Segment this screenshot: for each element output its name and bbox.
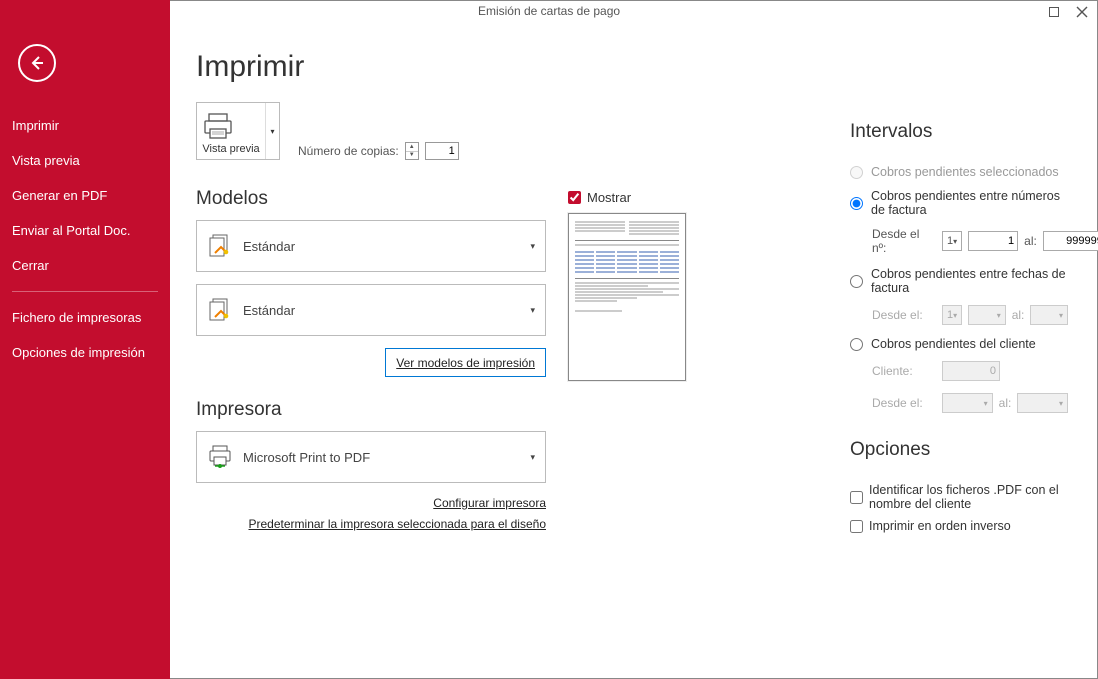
sidebar-item-enviar-portal[interactable]: Enviar al Portal Doc. bbox=[0, 213, 170, 248]
mostrar-checkbox[interactable] bbox=[568, 191, 581, 204]
chevron-down-icon: ▾ bbox=[530, 452, 535, 463]
radio-cobros-cliente[interactable] bbox=[850, 338, 863, 351]
impresora-heading: Impresora bbox=[196, 399, 546, 421]
radio-cobros-fechas[interactable] bbox=[850, 275, 863, 288]
spinner-down-icon[interactable]: ▼ bbox=[406, 152, 418, 160]
sidebar-item-generar-pdf[interactable]: Generar en PDF bbox=[0, 178, 170, 213]
titlebar bbox=[1038, 0, 1098, 24]
radio-num-label: Cobros pendientes entre números de factu… bbox=[871, 189, 1068, 217]
radio-sel-label: Cobros pendientes seleccionados bbox=[871, 165, 1059, 179]
chevron-down-icon: ▾ bbox=[953, 311, 957, 320]
cli-desde-date: ▾ bbox=[942, 393, 993, 413]
opciones-heading: Opciones bbox=[850, 439, 1068, 461]
cliente-input bbox=[942, 361, 1000, 381]
sidebar-item-vista-previa[interactable]: Vista previa bbox=[0, 143, 170, 178]
predeterminar-impresora-link[interactable]: Predeterminar la impresora seleccionada … bbox=[249, 517, 547, 531]
ver-modelos-link[interactable]: Ver modelos de impresión bbox=[396, 356, 535, 370]
al-label: al: bbox=[1012, 308, 1025, 322]
page-title: Imprimir bbox=[196, 50, 1064, 84]
chevron-down-icon: ▾ bbox=[953, 237, 957, 246]
document-icon bbox=[207, 297, 233, 323]
cliente-label: Cliente: bbox=[872, 364, 936, 378]
chk-inverso-label: Imprimir en orden inverso bbox=[869, 519, 1011, 533]
intervalos-heading: Intervalos bbox=[850, 121, 1068, 143]
chevron-down-icon: ▾ bbox=[530, 241, 535, 252]
chevron-down-icon: ▾ bbox=[997, 311, 1001, 320]
copies-input[interactable] bbox=[425, 142, 459, 160]
fecha-desde-date: ▾ bbox=[968, 305, 1006, 325]
num-desde-input[interactable] bbox=[968, 231, 1018, 251]
model-1-label: Estándar bbox=[243, 239, 530, 254]
radio-cliente-label: Cobros pendientes del cliente bbox=[871, 337, 1036, 351]
fecha-desde-label: Desde el: bbox=[872, 308, 936, 322]
vista-previa-split-button: Vista previa ▾ bbox=[196, 102, 280, 160]
spinner-up-icon[interactable]: ▲ bbox=[406, 143, 418, 152]
copies-spinner[interactable]: ▲ ▼ bbox=[405, 142, 419, 160]
document-icon bbox=[207, 233, 233, 259]
radio-cobros-numeros[interactable] bbox=[850, 197, 863, 210]
radio-fecha-label: Cobros pendientes entre fechas de factur… bbox=[871, 267, 1068, 295]
sidebar-item-fichero-impresoras[interactable]: Fichero de impresoras bbox=[0, 300, 170, 335]
ver-modelos-link-box: Ver modelos de impresión bbox=[385, 348, 546, 377]
sidebar: Imprimir Vista previa Generar en PDF Env… bbox=[0, 0, 170, 679]
cli-hasta-date: ▾ bbox=[1017, 393, 1068, 413]
sidebar-divider bbox=[12, 291, 158, 292]
maximize-icon[interactable] bbox=[1046, 4, 1062, 20]
radio-cobros-seleccionados bbox=[850, 166, 863, 179]
fecha-hasta-date: ▾ bbox=[1030, 305, 1068, 325]
model-select-1[interactable]: Estándar ▾ bbox=[196, 220, 546, 272]
chk-orden-inverso[interactable] bbox=[850, 520, 863, 533]
copies-label: Número de copias: bbox=[298, 144, 399, 158]
cli-desde-label: Desde el: bbox=[872, 396, 936, 410]
main-panel: Imprimir Vista previa ▾ Número de copia bbox=[170, 26, 1098, 679]
chevron-down-icon: ▾ bbox=[1059, 399, 1063, 408]
printer-select[interactable]: Microsoft Print to PDF ▾ bbox=[196, 431, 546, 483]
al-label: al: bbox=[999, 396, 1012, 410]
chevron-down-icon: ▾ bbox=[530, 305, 535, 316]
sidebar-item-opciones-impresion[interactable]: Opciones de impresión bbox=[0, 335, 170, 370]
close-icon[interactable] bbox=[1074, 4, 1090, 20]
printer-name: Microsoft Print to PDF bbox=[243, 450, 530, 465]
sidebar-item-imprimir[interactable]: Imprimir bbox=[0, 108, 170, 143]
chk-pdf-label: Identificar los ficheros .PDF con el nom… bbox=[869, 483, 1068, 511]
chevron-down-icon: ▾ bbox=[1059, 311, 1063, 320]
back-button[interactable] bbox=[18, 44, 56, 82]
vista-previa-label: Vista previa bbox=[201, 143, 261, 155]
modelos-heading: Modelos bbox=[196, 188, 546, 210]
mostrar-label: Mostrar bbox=[587, 190, 631, 205]
num-hasta-input[interactable] bbox=[1043, 231, 1098, 251]
vista-previa-dropdown[interactable]: ▾ bbox=[265, 103, 279, 159]
fecha-desde-sel: 1▾ bbox=[942, 305, 962, 325]
vista-previa-button[interactable]: Vista previa bbox=[197, 103, 265, 159]
printer-icon bbox=[201, 111, 261, 141]
chevron-down-icon: ▾ bbox=[984, 399, 988, 408]
num-desde-select[interactable]: 1▾ bbox=[942, 231, 962, 251]
chevron-down-icon: ▾ bbox=[270, 127, 274, 136]
al-label: al: bbox=[1024, 234, 1037, 248]
model-select-2[interactable]: Estándar ▾ bbox=[196, 284, 546, 336]
chk-identificar-pdf[interactable] bbox=[850, 491, 863, 504]
printer-icon bbox=[207, 444, 233, 470]
num-desde-label: Desde el nº: bbox=[872, 227, 936, 255]
sidebar-item-cerrar[interactable]: Cerrar bbox=[0, 248, 170, 283]
page-preview[interactable] bbox=[568, 213, 686, 381]
model-2-label: Estándar bbox=[243, 303, 530, 318]
configurar-impresora-link[interactable]: Configurar impresora bbox=[433, 496, 546, 510]
